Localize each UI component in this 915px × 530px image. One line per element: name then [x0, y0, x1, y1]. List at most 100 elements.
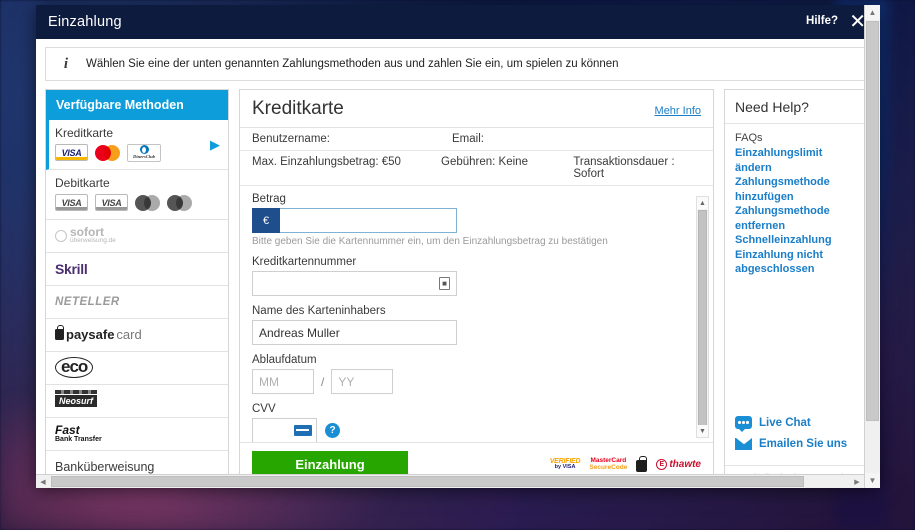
modal-body: Verfügbare Methoden Kreditkarte VISA Din… [36, 81, 880, 488]
form-scrollbar-thumb[interactable] [698, 210, 707, 432]
method-label: Debitkarte [55, 176, 110, 190]
cvv-label: CVV [252, 403, 276, 415]
thawte-mark: E [656, 459, 668, 470]
form-scroll-up-icon[interactable]: ▲ [697, 197, 708, 209]
cvv-card-icon [294, 425, 312, 436]
chevron-right-icon: ▶ [210, 136, 220, 152]
duration-label: Transaktionsdauer : Sofort [573, 156, 675, 180]
expiry-label: Ablaufdatum [252, 354, 317, 366]
fast-line2: Bank Transfer [55, 436, 102, 443]
expiry-month-input[interactable] [252, 369, 314, 394]
faq-link-incomplete-deposit[interactable]: Einzahlung nicht abgeschlossen [735, 248, 860, 277]
form-scroll-down-icon[interactable]: ▼ [697, 425, 708, 437]
need-help-panel: Need Help? FAQs Einzahlungslimit ändern … [724, 89, 871, 488]
faq-link-remove-method[interactable]: Zahlungsmethode entfernen [735, 204, 860, 233]
horizontal-scrollbar-thumb[interactable] [51, 476, 804, 487]
fees-label: Gebühren: Keine [441, 156, 528, 168]
card-scan-icon[interactable]: ■ [439, 277, 450, 290]
scroll-up-icon[interactable]: ▲ [865, 5, 880, 20]
verified-by-visa-icon: VERIFIED by VISA [550, 458, 581, 471]
thawte-icon: E thawte [656, 459, 701, 470]
method-item-ecopayz[interactable]: eco [46, 352, 228, 385]
bank-transfer-label: Banküberweisung [55, 459, 155, 474]
cvv-help-icon[interactable]: ? [325, 423, 340, 438]
scroll-left-icon[interactable]: ◀ [36, 475, 50, 488]
form-scrollbar[interactable]: ▲ ▼ [696, 196, 709, 438]
method-item-fast-bank-transfer[interactable]: Fast Bank Transfer [46, 418, 228, 451]
faq-link-quick-deposit[interactable]: Schnelleinzahlung [735, 233, 860, 248]
lock-icon [636, 455, 648, 472]
cardholder-input[interactable] [252, 320, 457, 345]
scroll-right-icon[interactable]: ▶ [850, 475, 864, 488]
meta-row-limits: Max. Einzahlungsbetrag: €50 Gebühren: Ke… [240, 151, 713, 186]
email-us-button[interactable]: Emailen Sie uns [735, 438, 860, 450]
neteller-icon: NETELLER [55, 295, 120, 308]
mastercard-securecode-icon: MasterCard SecureCode [589, 457, 627, 471]
contact-section: Live Chat Emailen Sie uns [725, 416, 870, 465]
info-icon: i [63, 55, 69, 72]
visa-electron-icon: VISA [95, 194, 128, 211]
visa-icon: VISA [55, 194, 88, 211]
method-label: Kreditkarte [55, 126, 114, 140]
lock-icon [55, 325, 64, 340]
deposit-modal: Einzahlung Hilfe? ✕ i Wählen Sie eine de… [36, 5, 880, 488]
method-item-debitkarte[interactable]: Debitkarte VISA VISA [46, 170, 228, 220]
max-deposit-label: Max. Einzahlungsbetrag: €50 [252, 156, 401, 168]
chat-icon [735, 416, 752, 432]
maestro-icon [167, 194, 192, 211]
faq-label: FAQs [735, 132, 763, 144]
email-us-label: Emailen Sie uns [759, 438, 848, 450]
methods-panel-header: Verfügbare Methoden [46, 90, 228, 120]
skrill-icon: Skrill [55, 260, 88, 277]
faq-link-add-method[interactable]: Zahlungsmethode hinzufügen [735, 175, 860, 204]
amount-hint: Bitte geben Sie die Kartennummer ein, um… [252, 236, 608, 247]
trust-badges: VERIFIED by VISA MasterCard SecureCode E… [550, 455, 701, 472]
need-help-title: Need Help? [725, 90, 870, 124]
live-chat-label: Live Chat [759, 416, 811, 429]
method-item-kreditkarte[interactable]: Kreditkarte VISA DinersClub ▶ [46, 120, 228, 170]
method-item-paysafecard[interactable]: paysafe card [46, 319, 228, 352]
verified-line2: by VISA [554, 464, 576, 471]
form-header: Kreditkarte Mehr Info [240, 90, 713, 128]
cardholder-label: Name des Karteninhabers [252, 305, 386, 317]
expiry-separator: / [321, 374, 325, 389]
expiry-field-group: / [252, 369, 688, 394]
meta-row-account: Benutzername: Email: [240, 128, 713, 151]
expiry-year-input[interactable] [331, 369, 394, 394]
page-title: Einzahlung [48, 14, 122, 30]
method-item-neteller[interactable]: NETELLER [46, 286, 228, 319]
more-info-link[interactable]: Mehr Info [655, 105, 701, 117]
eco-icon: eco [55, 357, 94, 378]
currency-prefix: € [252, 208, 280, 233]
faq-link-deposit-limit[interactable]: Einzahlungslimit ändern [735, 146, 860, 175]
sofort-icon: sofort überweisung.de [55, 226, 116, 245]
modal-titlebar: Einzahlung Hilfe? ✕ [36, 5, 880, 39]
vertical-scrollbar-thumb[interactable] [866, 21, 879, 421]
method-item-neosurf[interactable]: Neosurf [46, 385, 228, 418]
live-chat-button[interactable]: Live Chat [735, 416, 860, 432]
faq-section: FAQs Einzahlungslimit ändern Zahlungsmet… [725, 124, 870, 416]
method-item-skrill[interactable]: Skrill [46, 253, 228, 286]
cardnumber-input[interactable] [252, 271, 457, 296]
mastercard-icon [135, 194, 160, 211]
amount-input[interactable] [280, 208, 457, 233]
modal-horizontal-scrollbar[interactable]: ◀ ▶ [36, 474, 864, 488]
modal-vertical-scrollbar[interactable]: ▲ ▼ [864, 5, 880, 488]
fast-line1: Fast [55, 423, 80, 437]
amount-label: Betrag [252, 193, 286, 205]
username-label: Benutzername: [252, 133, 330, 145]
amount-field-group: € [252, 208, 457, 233]
method-logos: VISA VISA [55, 193, 219, 212]
fast-bank-transfer-icon: Fast Bank Transfer [55, 424, 102, 443]
scroll-down-icon[interactable]: ▼ [865, 473, 880, 488]
email-label: Email: [452, 133, 484, 145]
methods-list: Kreditkarte VISA DinersClub ▶ Debitkarte… [46, 120, 228, 487]
form-title: Kreditkarte [252, 98, 344, 119]
method-item-sofortueberweisung[interactable]: sofort überweisung.de [46, 220, 228, 253]
cardnumber-field-group: ■ [252, 271, 457, 296]
help-link[interactable]: Hilfe? [806, 15, 838, 27]
cardnumber-label: Kreditkartennummer [252, 256, 357, 268]
mastercard-icon [95, 144, 120, 161]
method-logos: VISA DinersClub [55, 143, 219, 162]
diners-club-icon: DinersClub [127, 143, 161, 162]
